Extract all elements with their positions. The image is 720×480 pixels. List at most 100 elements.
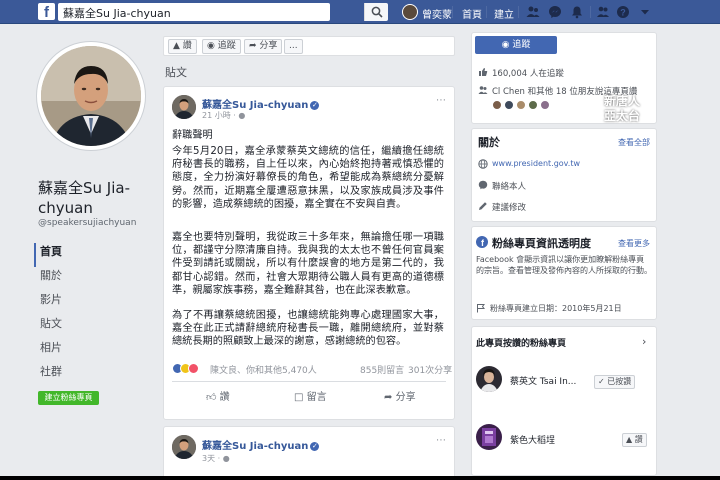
sidebar-item-about[interactable]: 關於	[34, 267, 144, 291]
contact-link[interactable]: 聯絡本人	[492, 180, 526, 192]
thumbs-up-icon	[479, 68, 488, 76]
account-menu-icon[interactable]	[638, 5, 652, 19]
friend-avatar[interactable]	[504, 100, 514, 110]
top-navigation-bar: f 蘇嘉全Su Jia-chyuan 曾奕蒙 首頁 建立 ?	[0, 0, 720, 24]
flag-icon	[477, 304, 485, 313]
comment-icon: □	[294, 392, 304, 403]
post-options-icon[interactable]: ⋯	[436, 95, 446, 106]
friends-icon	[478, 86, 488, 94]
profile-photo	[41, 46, 141, 146]
website-link[interactable]: www.president.gov.tw	[492, 159, 580, 168]
profile-picture[interactable]	[37, 42, 145, 150]
help-icon[interactable]: ?	[616, 5, 630, 19]
about-see-all-link[interactable]: 查看全部	[618, 137, 650, 148]
liked-page-name[interactable]: 蔡英文 Tsai In...	[510, 374, 576, 387]
nav-create-link[interactable]: 建立	[494, 6, 514, 21]
follow-page-button[interactable]: ◉ 追蹤	[475, 36, 557, 54]
verified-badge-icon: ✓	[310, 100, 320, 110]
liked-page-photo	[476, 366, 502, 392]
search-input-value[interactable]: 蘇嘉全Su Jia-chyuan	[63, 5, 171, 21]
verified-badge-icon: ✓	[310, 441, 320, 451]
sidebar-item-videos[interactable]: 影片	[34, 291, 144, 315]
post-like-button[interactable]: 👍︎ 讚	[206, 388, 230, 403]
post-comment-button[interactable]: □ 留言	[294, 388, 327, 403]
post-paragraph: 為了不再讓蔡總統困擾，也讓總統能夠專心處理國家大事，嘉全在此正式請辭總統府秘書長…	[172, 310, 444, 348]
post-timestamp[interactable]: 3天 · ●	[202, 453, 230, 464]
search-input[interactable]: 蘇嘉全Su Jia-chyuan	[58, 3, 388, 21]
follow-icon: ◉	[501, 40, 510, 50]
page-created-date: 粉絲專頁建立日期：2010年5月21日	[490, 304, 622, 313]
post-timestamp-text[interactable]: 21 小時	[202, 111, 231, 120]
liked-page-button[interactable]: ✓ 已按讚	[594, 375, 636, 389]
page-follow-button[interactable]: ◉ 追蹤	[202, 39, 241, 54]
page-like-button[interactable]: ▲ 讚	[168, 39, 197, 54]
comments-count[interactable]: 855則留言	[360, 363, 404, 376]
search-icon	[371, 6, 383, 18]
friend-avatar[interactable]	[516, 100, 526, 110]
page-username[interactable]: @speakersujiachyuan	[38, 218, 136, 228]
liked-page-button-label: 讚	[634, 435, 643, 444]
page-share-button[interactable]: ➦ 分享	[244, 39, 283, 54]
friend-avatar[interactable]	[528, 100, 538, 110]
post-author-avatar[interactable]	[172, 435, 196, 459]
messenger-icon[interactable]	[548, 5, 562, 19]
facebook-logo[interactable]: f	[38, 3, 55, 21]
post-options-icon[interactable]: ⋯	[436, 435, 446, 446]
svg-text:?: ?	[620, 7, 626, 17]
watermark-text-line2: 亞太台	[604, 109, 641, 123]
thumbs-up-icon: ▲	[173, 41, 180, 51]
transparency-description: Facebook 會顯示資訊以讓你更加瞭解粉絲專頁的宗旨。查看管理及發佈內容的人…	[476, 255, 652, 275]
chevron-right-icon[interactable]: ›	[642, 335, 646, 348]
nav-divider	[518, 6, 519, 18]
page-more-button[interactable]: ...	[284, 39, 303, 54]
liked-page-button-label: 已按讚	[607, 377, 632, 386]
post-card: 蘇嘉全Su Jia-chyuan ✓ 3天 · ● ⋯	[163, 426, 455, 476]
profile-photo-portrait	[41, 46, 141, 146]
post-share-label: 分享	[395, 392, 416, 403]
friend-requests-icon[interactable]	[526, 5, 540, 19]
nav-avatar[interactable]	[402, 4, 418, 20]
author-portrait	[172, 435, 196, 459]
reactions-count[interactable]: 陳文良、你和其他5,470人	[210, 363, 317, 376]
post-reactions-summary[interactable]: 陳文良、你和其他5,470人 855則留言 301次分享	[172, 362, 452, 376]
friends-avatars	[492, 100, 562, 112]
post-author-name-text[interactable]: 蘇嘉全Su Jia-chyuan	[202, 441, 308, 452]
post-timestamp[interactable]: 21 小時 · ●	[202, 110, 245, 121]
transparency-see-more-link[interactable]: 查看更多	[618, 238, 650, 249]
suggest-edits-link[interactable]: 建議修改	[492, 201, 526, 213]
watermark-character: 新	[618, 58, 641, 83]
post-share-button[interactable]: ➦ 分享	[384, 388, 416, 403]
watermark-text: 新唐人 亞太台	[604, 94, 662, 124]
page-like-label: 讚	[182, 41, 192, 51]
post-author-name[interactable]: 蘇嘉全Su Jia-chyuan ✓	[202, 96, 320, 111]
sidebar-item-photos[interactable]: 相片	[34, 339, 144, 363]
liked-page-avatar[interactable]	[476, 424, 502, 450]
post-card: 蘇嘉全Su Jia-chyuan ✓ 21 小時 · ● ⋯ 辭職聲明 今年5月2…	[163, 86, 455, 420]
post-paragraph: 辭職聲明	[172, 130, 213, 141]
liked-page-avatar[interactable]	[476, 366, 502, 392]
settings-icon[interactable]	[596, 5, 610, 19]
post-author-name[interactable]: 蘇嘉全Su Jia-chyuan ✓	[202, 437, 320, 452]
notifications-icon[interactable]	[570, 5, 584, 19]
watermark-text-line1: 新唐人	[604, 94, 641, 108]
liked-page-name[interactable]: 紫色大稻埕	[510, 433, 555, 446]
sidebar-item-posts[interactable]: 貼文	[34, 315, 144, 339]
nav-divider	[486, 6, 487, 18]
create-page-button[interactable]: 建立粉絲專頁	[38, 391, 99, 405]
friend-avatar[interactable]	[492, 100, 502, 110]
sidebar-item-home[interactable]: 首頁	[34, 243, 144, 267]
post-author-avatar[interactable]	[172, 95, 196, 119]
sidebar-item-community[interactable]: 社群	[34, 363, 144, 387]
pencil-icon	[479, 202, 487, 210]
nav-home-link[interactable]: 首頁	[462, 6, 482, 21]
facebook-page-screen: f 蘇嘉全Su Jia-chyuan 曾奕蒙 首頁 建立 ? 蘇嘉全Su Jia…	[0, 0, 720, 476]
nav-user-name[interactable]: 曾奕蒙	[422, 6, 452, 21]
search-button[interactable]	[364, 3, 388, 21]
liked-page-button[interactable]: ▲ 讚	[622, 433, 647, 447]
post-timestamp-text[interactable]: 3天	[202, 454, 215, 463]
shares-count[interactable]: 301次分享	[408, 363, 452, 376]
follow-icon: ◉	[207, 41, 215, 51]
post-paragraph: 今年5月20日，嘉全承蒙蔡英文總統的信任，繼續擔任總統府秘書長的職務，自上任以來…	[172, 146, 444, 210]
page-share-label: 分享	[259, 41, 278, 51]
friend-avatar[interactable]	[540, 100, 550, 110]
